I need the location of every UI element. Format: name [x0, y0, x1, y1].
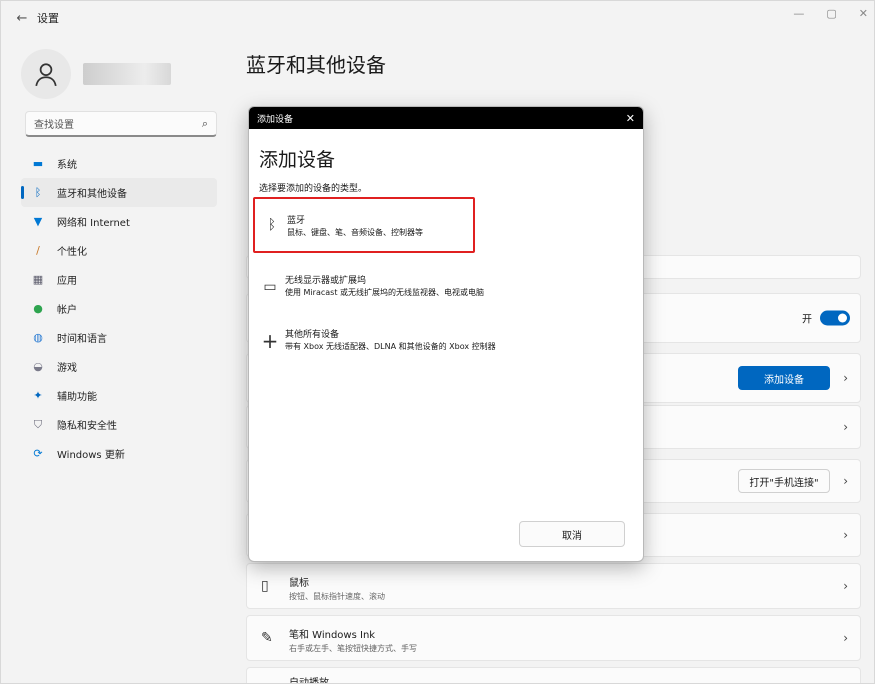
shield-icon: ⛉ — [33, 417, 43, 431]
toggle-state-label: 开 — [802, 314, 812, 326]
sidebar-item-label: 时间和语言 — [57, 334, 107, 345]
system-icon: ▬ — [32, 157, 44, 170]
account-icon: ● — [33, 302, 43, 315]
sidebar-item-4[interactable]: ▦ 应用 — [21, 265, 217, 294]
sidebar-item-1[interactable]: ᛒ 蓝牙和其他设备 — [21, 178, 217, 207]
globe-icon: ◍ — [33, 331, 43, 344]
dialog-subtitle: 选择要添加的设备的类型。 — [259, 184, 368, 194]
title-bar: ← 设置 — ▢ ✕ — [1, 1, 874, 35]
mouse-subtitle: 按钮、鼠标指针速度、滚动 — [289, 592, 385, 601]
sidebar-nav: ▬ 系统 ᛒ 蓝牙和其他设备 ▼ 网络和 Internet / 个性化 ▦ 应用 ● 帐户 ◍ 时间和语言… — [21, 149, 217, 468]
pen-icon: ✎ — [261, 630, 273, 646]
sidebar-item-9[interactable]: ⛉ 隐私和安全性 — [21, 410, 217, 439]
chevron-right-icon[interactable]: › — [843, 528, 848, 542]
user-name-redacted — [83, 63, 171, 85]
monitor-icon: ▭ — [263, 279, 277, 295]
window-controls: — ▢ ✕ — [793, 7, 868, 20]
sidebar-item-7[interactable]: ◒ 游戏 — [21, 352, 217, 381]
minimize-icon[interactable]: — — [793, 7, 804, 20]
bluetooth-toggle[interactable]: 开 — [802, 310, 850, 326]
gamepad-icon: ◒ — [33, 360, 43, 373]
option-bluetooth[interactable]: ᛒ 蓝牙 鼠标、键盘、笔、音频设备、控制器等 — [253, 197, 475, 253]
pen-card[interactable]: ✎ 笔和 Windows Ink 右手或左手、笔按钮快捷方式、手写 › — [246, 615, 861, 661]
sidebar-item-label: 网络和 Internet — [57, 218, 130, 229]
chevron-right-icon[interactable]: › — [843, 420, 848, 434]
sidebar-item-label: 蓝牙和其他设备 — [57, 189, 127, 200]
option-subtitle: 使用 Miracast 或无线扩展坞的无线监视器、电视或电脑 — [285, 288, 485, 297]
window-title: 设置 — [37, 12, 59, 25]
sidebar-item-6[interactable]: ◍ 时间和语言 — [21, 323, 217, 352]
dialog-title-bar: 添加设备 ✕ — [249, 107, 643, 129]
page-title: 蓝牙和其他设备 — [246, 53, 386, 77]
chevron-right-icon[interactable]: › — [843, 474, 848, 488]
sidebar-item-label: 系统 — [57, 160, 77, 171]
person-icon — [35, 63, 57, 87]
option-subtitle: 鼠标、键盘、笔、音频设备、控制器等 — [287, 228, 423, 237]
option-title: 蓝牙 — [287, 216, 306, 226]
dialog-title: 添加设备 — [259, 149, 336, 171]
network-icon: ▼ — [33, 215, 43, 228]
sidebar: 查找设置 ⌕ ▬ 系统 ᛒ 蓝牙和其他设备 ▼ 网络和 Internet / 个性化 ▦ 应用 ● 帐… — [1, 35, 231, 683]
sidebar-item-label: 游戏 — [57, 363, 77, 374]
chevron-right-icon[interactable]: › — [843, 631, 848, 645]
add-device-dialog: 添加设备 ✕ 添加设备 选择要添加的设备的类型。 ᛒ 蓝牙 鼠标、键盘、笔、音频… — [248, 106, 644, 562]
sidebar-item-5[interactable]: ● 帐户 — [21, 294, 217, 323]
sidebar-item-label: 辅助功能 — [57, 392, 97, 403]
sidebar-item-label: 个性化 — [57, 247, 87, 258]
mouse-title: 鼠标 — [289, 578, 309, 589]
chevron-right-icon[interactable]: › — [843, 371, 848, 385]
search-placeholder: 查找设置 — [34, 120, 74, 131]
sidebar-item-label: 隐私和安全性 — [57, 421, 117, 432]
back-arrow-icon[interactable]: ← — [7, 11, 37, 26]
close-icon[interactable]: ✕ — [859, 7, 868, 20]
bluetooth-icon: ᛒ — [34, 186, 42, 199]
sidebar-item-8[interactable]: ✦ 辅助功能 — [21, 381, 217, 410]
cancel-button[interactable]: 取消 — [519, 521, 625, 547]
apps-icon: ▦ — [32, 273, 44, 286]
option-wireless-display[interactable]: ▭ 无线显示器或扩展坞 使用 Miracast 或无线扩展坞的无线监视器、电视或… — [253, 259, 484, 315]
sidebar-item-label: 应用 — [57, 276, 77, 287]
bluetooth-icon: ᛒ — [267, 217, 277, 233]
plus-icon: + — [261, 329, 279, 353]
mouse-card[interactable]: ▯ 鼠标 按钮、鼠标指针速度、滚动 › — [246, 563, 861, 609]
option-subtitle: 带有 Xbox 无线适配器、DLNA 和其他设备的 Xbox 控制器 — [285, 342, 496, 351]
accessibility-icon: ✦ — [33, 389, 43, 402]
brush-icon: / — [36, 244, 40, 257]
autoplay-title: 自动播放 — [289, 678, 329, 684]
close-icon[interactable]: ✕ — [626, 112, 635, 125]
open-phone-link-button[interactable]: 打开"手机连接" — [738, 469, 830, 493]
autoplay-card[interactable]: 自动播放 — [246, 667, 861, 684]
pen-title: 笔和 Windows Ink — [289, 630, 376, 641]
sidebar-item-3[interactable]: / 个性化 — [21, 236, 217, 265]
sidebar-item-10[interactable]: ⟳ Windows 更新 — [21, 439, 217, 468]
option-everything-else[interactable]: + 其他所有设备 带有 Xbox 无线适配器、DLNA 和其他设备的 Xbox … — [253, 313, 496, 369]
option-title: 无线显示器或扩展坞 — [285, 276, 367, 286]
update-icon: ⟳ — [33, 447, 43, 460]
toggle-switch[interactable] — [820, 310, 850, 326]
settings-window: ← 设置 — ▢ ✕ 查找设置 ⌕ ▬ 系统 ᛒ 蓝牙和其他设备 ▼ 网络和 Intern… — [0, 0, 875, 684]
sidebar-item-label: 帐户 — [57, 305, 77, 316]
maximize-icon[interactable]: ▢ — [826, 7, 836, 20]
add-device-button[interactable]: 添加设备 — [738, 366, 830, 390]
pen-subtitle: 右手或左手、笔按钮快捷方式、手写 — [289, 644, 417, 653]
sidebar-item-2[interactable]: ▼ 网络和 Internet — [21, 207, 217, 236]
chevron-right-icon[interactable]: › — [843, 579, 848, 593]
dialog-bar-title: 添加设备 — [257, 114, 294, 125]
mouse-icon: ▯ — [261, 578, 269, 594]
search-input[interactable]: 查找设置 ⌕ — [25, 111, 217, 137]
search-icon[interactable]: ⌕ — [202, 117, 208, 131]
user-profile[interactable] — [21, 49, 171, 99]
option-title: 其他所有设备 — [285, 330, 340, 340]
avatar — [21, 49, 71, 99]
sidebar-item-0[interactable]: ▬ 系统 — [21, 149, 217, 178]
sidebar-item-label: Windows 更新 — [57, 450, 125, 461]
